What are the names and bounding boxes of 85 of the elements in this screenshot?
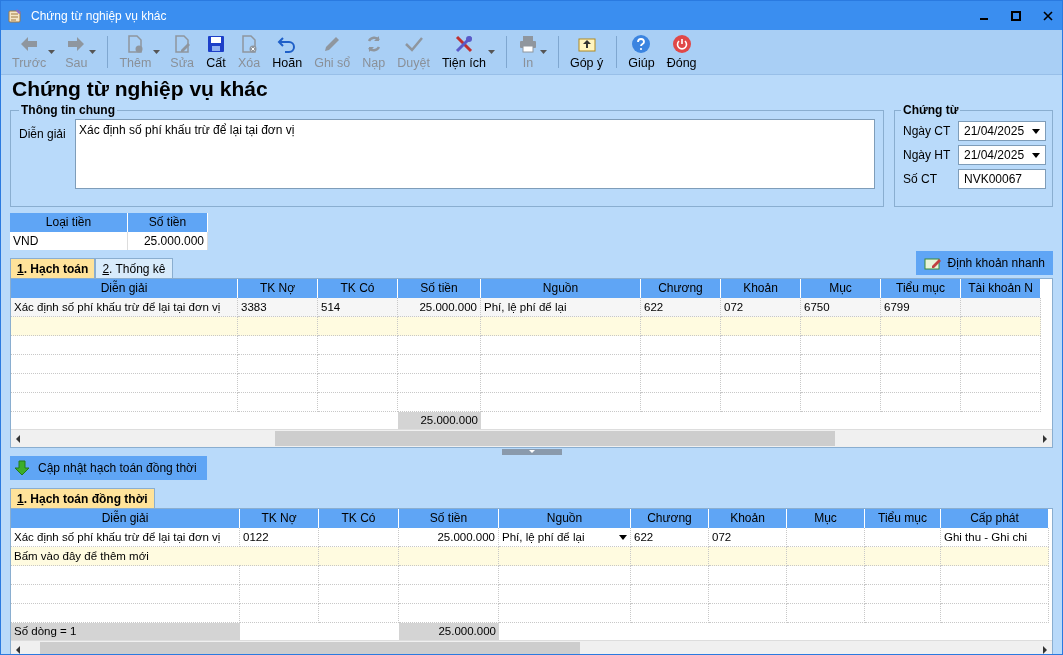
- toolbar-button[interactable]: Cất: [201, 33, 234, 71]
- page-pencil-icon: [172, 34, 193, 54]
- table-cell: Ghi thu - Ghi chi: [941, 528, 1049, 547]
- table-cell: 6799: [881, 298, 961, 317]
- column-header: Khoản: [709, 509, 787, 528]
- table-cell: 072: [709, 528, 787, 547]
- horizontal-scrollbar[interactable]: [11, 640, 1052, 654]
- column-header: Tiểu mục: [881, 279, 961, 298]
- down-arrow-icon: [14, 460, 30, 476]
- column-header: TK Nợ: [238, 279, 318, 298]
- column-header: Số tiền: [398, 279, 481, 298]
- table-cell: Xác định số phí khấu trừ để lại tại đơn vị: [11, 528, 240, 547]
- close-icon[interactable]: [1042, 9, 1054, 22]
- column-header: Diễn giải: [11, 509, 240, 528]
- column-header: Tài khoản N: [961, 279, 1041, 298]
- right-arrow-icon: [66, 34, 87, 54]
- column-header: Khoản: [721, 279, 801, 298]
- field-label: Ngày CT: [902, 124, 952, 138]
- tab[interactable]: 2. Thống kê: [95, 258, 173, 278]
- table-cell: Xác định số phí khấu trừ để lại tại đơn vị: [11, 298, 238, 317]
- column-header: Cấp phát: [941, 509, 1049, 528]
- horizontal-scrollbar[interactable]: [11, 429, 1052, 447]
- printer-icon: [517, 34, 538, 54]
- column-header: Nguồn: [499, 509, 631, 528]
- caret-icon: [1032, 128, 1040, 134]
- total-amount: 25.000.000: [398, 412, 481, 429]
- table-cell: 25.000.000: [398, 298, 481, 317]
- field-label: Diễn giải: [19, 125, 67, 143]
- row-count: Số dòng = 1: [11, 623, 240, 640]
- add-row-prompt[interactable]: Bấm vào đây để thêm mới: [11, 547, 240, 566]
- page-heading: Chứng từ nghiệp vụ khác: [11, 76, 269, 102]
- table-cell: 6750: [801, 298, 881, 317]
- table-cell: Phí, lệ phí để lại: [481, 298, 641, 317]
- caret-icon: [619, 534, 627, 540]
- column-header: Nguồn: [481, 279, 641, 298]
- table-cell: 0122: [240, 528, 319, 547]
- table-cell: 622: [631, 528, 709, 547]
- update-button[interactable]: Cập nhật hạch toán đồng thời: [10, 456, 207, 480]
- column-header: Loại tiền: [10, 213, 128, 232]
- group-title: Chứng từ: [902, 103, 960, 117]
- dropdown-cell[interactable]: Phí, lệ phí để lại: [499, 528, 631, 547]
- wrench-screwdriver-icon: [453, 34, 474, 54]
- date-picker[interactable]: 21/04/2025: [958, 145, 1046, 165]
- toolbar-button[interactable]: Giúp: [623, 33, 662, 71]
- maximize-icon[interactable]: [1010, 9, 1022, 22]
- splitter-handle-icon[interactable]: [501, 449, 562, 455]
- undo-icon: [277, 34, 298, 54]
- tab[interactable]: 1. Hạch toán đồng thời: [10, 488, 155, 508]
- column-header: Mục: [787, 509, 865, 528]
- power-icon: [671, 34, 692, 54]
- card-pencil-icon: [923, 256, 942, 270]
- toolbar-button[interactable]: Hoãn: [267, 33, 310, 71]
- window-title: Chứng từ nghiệp vụ khác: [31, 8, 167, 23]
- help-icon: [631, 34, 652, 54]
- column-header: Số tiền: [128, 213, 208, 232]
- table-cell: 622: [641, 298, 721, 317]
- table-cell: 514: [318, 298, 398, 317]
- table-cell: VND: [10, 232, 128, 250]
- table-cell: 25.000.000: [128, 232, 208, 250]
- quick-entry-button[interactable]: Định khoản nhanh: [915, 251, 1053, 275]
- column-header: TK Có: [319, 509, 399, 528]
- table-cell: 072: [721, 298, 801, 317]
- total-amount: 25.000.000: [399, 623, 499, 640]
- toolbar-button[interactable]: Đóng: [661, 33, 704, 71]
- caret-icon: [1032, 152, 1040, 158]
- tab[interactable]: 1. Hạch toán: [10, 258, 96, 278]
- description-field[interactable]: Xác định số phí khấu trừ để lại tại đơn vị: [75, 119, 875, 189]
- column-header: Diễn giải: [11, 279, 238, 298]
- table-cell: 25.000.000: [399, 528, 499, 547]
- column-header: TK Nợ: [240, 509, 319, 528]
- column-header: Mục: [801, 279, 881, 298]
- column-header: TK Có: [318, 279, 398, 298]
- group-title: Thông tin chung: [20, 103, 116, 117]
- toolbar-button[interactable]: Góp ý: [564, 33, 611, 71]
- app-icon: [7, 7, 23, 24]
- table-cell: 3383: [238, 298, 318, 317]
- column-header: Số tiền: [399, 509, 499, 528]
- toolbar-button[interactable]: Tiện ích: [436, 33, 500, 71]
- column-header: Tiểu mục: [865, 509, 941, 528]
- date-picker[interactable]: 21/04/2025: [958, 121, 1046, 141]
- column-header: Chương: [641, 279, 721, 298]
- voucher-number-field[interactable]: NVK00067: [958, 169, 1046, 189]
- field-label: Số CT: [902, 172, 938, 186]
- field-label: Ngày HT: [902, 148, 952, 162]
- column-header: Chương: [631, 509, 709, 528]
